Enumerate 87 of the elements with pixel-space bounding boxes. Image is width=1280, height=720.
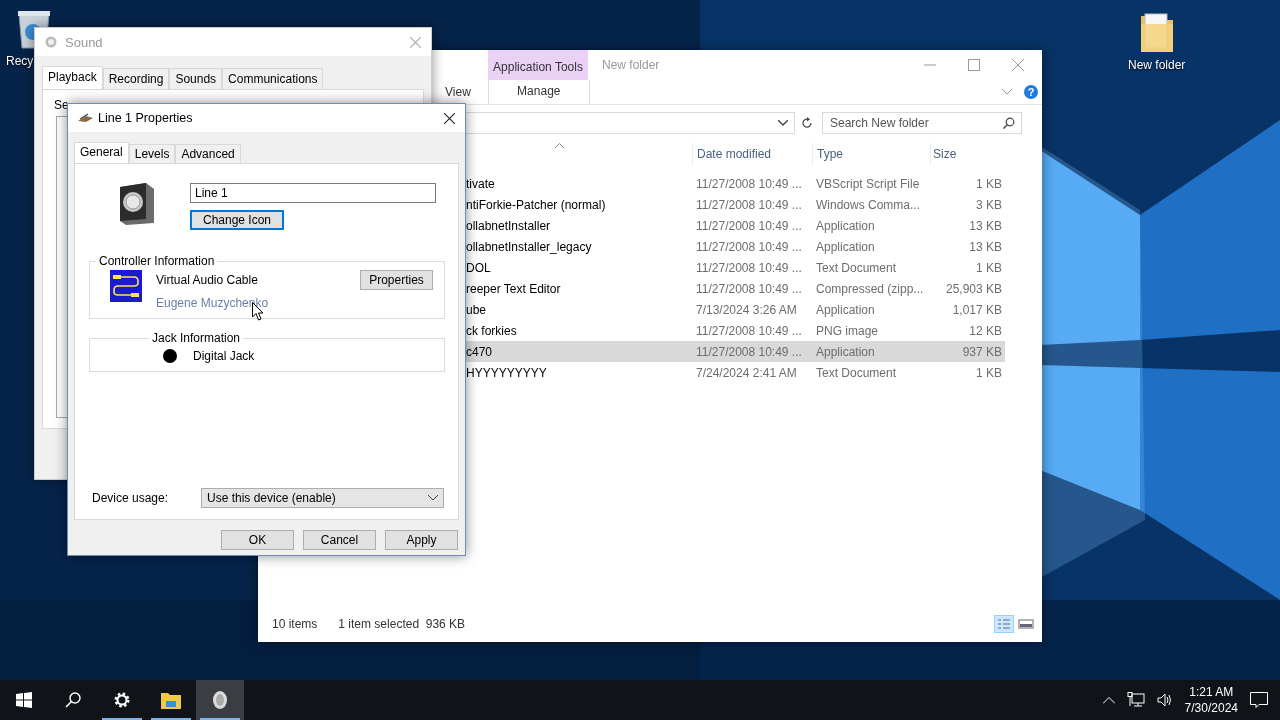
column-header[interactable]: Size <box>930 143 1005 165</box>
type-cell-text: Application <box>815 239 876 254</box>
file-name: c470 <box>466 344 494 359</box>
clock-time[interactable]: 1:21 AM <box>1189 684 1234 700</box>
date-cell-text: 7/13/2024 3:26 AM <box>695 302 798 317</box>
file-name: ollabnetInstaller <box>466 218 552 233</box>
file-name: reeper Text Editor <box>466 281 562 296</box>
size-cell-text: 13 KB <box>968 239 1002 254</box>
file-name: ntiForkie-Patcher (normal) <box>466 197 607 212</box>
window-title: New folder <box>602 58 660 72</box>
date-cell-text: 11/27/2008 10:49 ... <box>695 176 803 191</box>
file-name: ck forkies <box>466 323 518 338</box>
window-title: Sound <box>65 34 103 50</box>
date-cell-text: 11/27/2008 10:49 ... <box>695 218 803 233</box>
file-row[interactable]: ollabnetInstaller 11/27/2008 10:49 ... Application 13 KB <box>466 215 1005 236</box>
column-header[interactable]: Type <box>812 143 930 165</box>
dialog-button[interactable]: OK <box>221 530 294 550</box>
size-cell-text: 3 KB <box>975 197 1002 212</box>
file-row[interactable]: ollabnetInstaller_legacy 11/27/2008 10:49 ... Application 13 KB <box>466 236 1005 257</box>
size-cell-text: 1,017 KB <box>951 302 1002 317</box>
name-field[interactable]: Line 1 <box>190 183 436 203</box>
size-cell-text: 25,903 KB <box>944 281 1002 296</box>
type-cell-text: Text Document <box>815 365 898 380</box>
size-cell-text: 1 KB <box>975 365 1002 380</box>
file-name: ollabnetInstaller_legacy <box>466 239 593 254</box>
icon-label[interactable]: Recy <box>6 54 34 68</box>
device-usage-dropdown[interactable]: Use this device (enable) <box>201 488 444 508</box>
dialog-button[interactable]: Apply <box>385 530 458 550</box>
controller-name: Virtual Audio Cable <box>156 273 259 287</box>
date-cell-text: 11/27/2008 10:49 ... <box>695 323 803 338</box>
file-row[interactable]: ube 7/13/2024 3:26 AM Application 1,017 KB <box>466 299 1005 320</box>
ribbon-tab[interactable]: View <box>445 81 471 103</box>
vendor-link[interactable]: Eugene Muzychenko <box>156 296 269 310</box>
column-header[interactable]: Date modified <box>692 143 812 165</box>
file-row[interactable]: ck forkies 11/27/2008 10:49 ... PNG image 12 KB <box>466 320 1005 341</box>
change-icon-button[interactable]: Change Icon <box>190 210 284 230</box>
date-cell-text: 11/27/2008 10:49 ... <box>695 239 803 254</box>
tab[interactable]: Levels <box>128 144 176 163</box>
date-cell-text: 11/27/2008 10:49 ... <box>695 260 803 275</box>
item-count: 10 items <box>272 617 318 631</box>
tab[interactable]: Communications <box>222 68 324 89</box>
size-cell-text: 1 KB <box>975 176 1002 191</box>
tab[interactable]: Sounds <box>169 68 223 89</box>
file-name: HYYYYYYYYY <box>466 365 548 380</box>
group-label: Controller Information <box>98 254 216 268</box>
type-cell-text: Text Document <box>815 260 898 275</box>
file-row[interactable]: c470 11/27/2008 10:49 ... Application 937 KB <box>466 341 1005 362</box>
tab[interactable]: Playback <box>42 66 103 89</box>
dialog-button[interactable]: Cancel <box>303 530 376 550</box>
jack-name: Digital Jack <box>193 349 255 363</box>
file-name: tivate <box>466 176 496 191</box>
tab[interactable]: General <box>74 142 129 163</box>
type-cell-text: Windows Comma... <box>815 197 922 212</box>
file-name: ube <box>466 302 488 317</box>
group-label: Jack Information <box>151 331 242 345</box>
file-row[interactable]: reeper Text Editor 11/27/2008 10:49 ... Compressed (zipp... 25,903 KB <box>466 278 1005 299</box>
date-cell-text: 7/24/2024 2:41 AM <box>695 365 798 380</box>
help-button[interactable]: ? <box>1024 85 1038 99</box>
properties-button[interactable]: Properties <box>360 270 433 290</box>
window-title: Line 1 Properties <box>98 111 193 125</box>
type-cell-text: PNG image <box>815 323 880 338</box>
tab[interactable]: Advanced <box>175 144 241 163</box>
date-cell-text: 11/27/2008 10:49 ... <box>695 197 803 212</box>
size-cell-text: 12 KB <box>968 323 1002 338</box>
ribbon-tab[interactable]: Manage <box>487 80 590 104</box>
file-row[interactable]: tivate 11/27/2008 10:49 ... VBScript Script File 1 KB <box>466 173 1005 194</box>
clock-date[interactable]: 7/30/2024 <box>1184 700 1238 716</box>
file-name: DOL <box>466 260 492 275</box>
date-cell-text: 11/27/2008 10:49 ... <box>695 344 803 359</box>
size-cell-text: 1 KB <box>975 260 1002 275</box>
file-row[interactable]: ntiForkie-Patcher (normal) 11/27/2008 10:49 ... Windows Comma... 3 KB <box>466 194 1005 215</box>
field-label: Device usage: <box>92 491 170 505</box>
size-cell-text: 13 KB <box>968 218 1002 233</box>
type-cell-text: Compressed (zipp... <box>815 281 925 296</box>
context-tab-group: Application Tools <box>488 50 588 80</box>
file-row[interactable]: DOL 11/27/2008 10:49 ... Text Document 1 KB <box>466 257 1005 278</box>
tab[interactable]: Recording <box>102 68 170 89</box>
type-cell-text: VBScript Script File <box>815 176 921 191</box>
size-cell-text: 937 KB <box>961 344 1002 359</box>
file-row[interactable]: HYYYYYYYYY 7/24/2024 2:41 AM Text Document 1 KB <box>466 362 1005 383</box>
type-cell-text: Application <box>815 344 876 359</box>
search-field[interactable]: Search New folder <box>822 112 1022 134</box>
date-cell-text: 11/27/2008 10:49 ... <box>695 281 803 296</box>
type-cell-text: Application <box>815 218 876 233</box>
type-cell-text: Application <box>815 302 876 317</box>
icon-label[interactable]: New folder <box>1128 58 1186 72</box>
selection-info: 1 item selected 936 KB <box>338 617 466 631</box>
